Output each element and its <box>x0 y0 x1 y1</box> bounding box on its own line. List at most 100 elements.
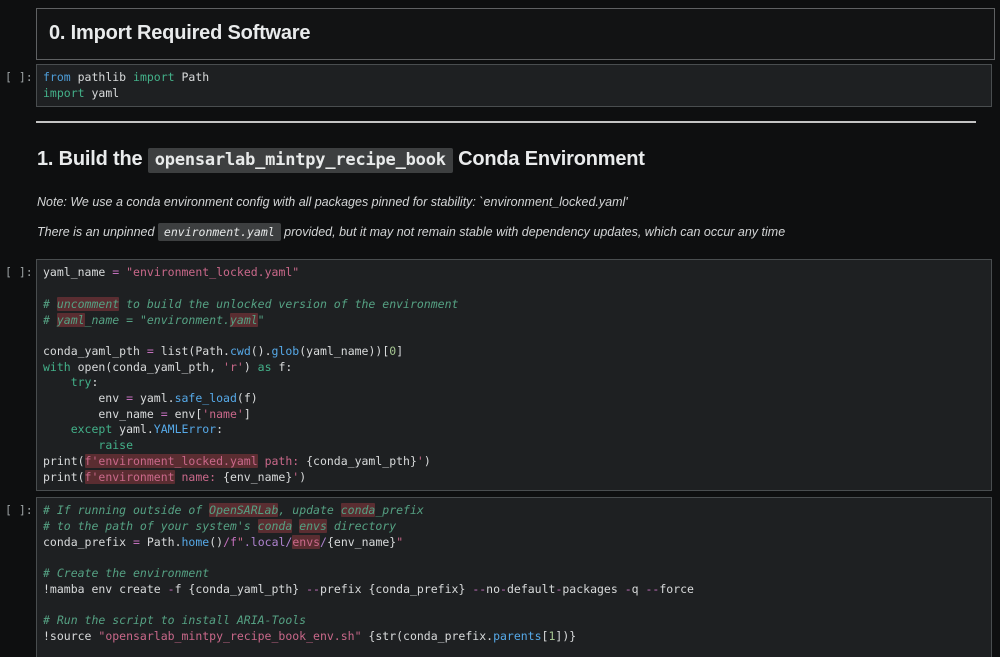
code-token: - <box>168 582 175 596</box>
code-token: / <box>223 535 230 549</box>
code-token: yaml. <box>133 391 175 405</box>
code-token: packages <box>562 582 624 596</box>
code-token: / <box>320 535 327 549</box>
code-line: conda_prefix = Path.home()/f".local/envs… <box>43 535 983 551</box>
code-token: open(conda_yaml_pth, <box>71 360 223 374</box>
code-token: force <box>659 582 694 596</box>
code-line: env_name = env['name'] <box>43 407 983 423</box>
spellcheck-highlight: f'environment_locked.yaml <box>85 454 258 468</box>
code-line <box>43 597 983 613</box>
note-pinned-stability: Note: We use a conda environment config … <box>37 194 990 210</box>
code-token: # Create the environment <box>43 566 209 580</box>
code-token: prefix {conda_prefix} <box>320 582 472 596</box>
note-unpinned-yaml: There is an unpinned environment.yaml pr… <box>37 224 990 240</box>
code-line: !mamba env create -f {conda_yaml_pth} --… <box>43 582 983 598</box>
cell-prompt: [ ]: <box>0 259 36 491</box>
markdown-cell-import-software[interactable]: 0. Import Required Software <box>36 8 995 60</box>
code-token <box>43 422 71 436</box>
code-token: from <box>43 70 71 84</box>
spellcheck-highlight: envs <box>299 519 327 533</box>
text-run: 1. Build the <box>37 148 148 170</box>
code-token: ' <box>417 454 424 468</box>
code-token: Path <box>175 70 210 84</box>
code-token: parents <box>493 629 541 643</box>
code-token: !mamba env create <box>43 582 168 596</box>
code-token: # to the path of your system's <box>43 519 258 533</box>
code-token: , update <box>278 503 340 517</box>
code-token: ) <box>424 454 431 468</box>
code-line: # Run the script to install ARIA-Tools <box>43 613 983 629</box>
code-line: print(f'environment name: {env_name}') <box>43 470 983 486</box>
code-editor-create-env[interactable]: # If running outside of OpenSARLab, upda… <box>36 497 992 657</box>
code-token: 'r' <box>223 360 244 374</box>
code-line: # uncomment to build the unlocked versio… <box>43 297 983 313</box>
spellcheck-highlight: yaml <box>57 313 85 327</box>
code-line: with open(conda_yaml_pth, 'r') as f: <box>43 360 983 376</box>
jupyter-notebook: 0. Import Required Software [ ]: from pa… <box>0 8 1000 657</box>
code-token: list(Path. <box>154 344 230 358</box>
code-token: : <box>216 422 223 436</box>
code-token: q <box>632 582 646 596</box>
text-run: provided, but it may not remain stable w… <box>281 225 785 239</box>
code-token: ) <box>244 360 258 374</box>
code-token: "opensarlab_mintpy_recipe_book_env.sh" <box>98 629 361 643</box>
code-token: f <box>230 535 237 549</box>
code-token: = <box>161 407 168 421</box>
code-token: () <box>209 535 223 549</box>
code-token: env <box>43 391 126 405</box>
code-line: !source "opensarlab_mintpy_recipe_book_e… <box>43 629 983 645</box>
spellcheck-highlight: yaml <box>230 313 258 327</box>
code-token: ] <box>396 344 403 358</box>
text-run: There is an unpinned <box>37 225 158 239</box>
code-line: import yaml <box>43 86 983 102</box>
code-token: " <box>396 535 403 549</box>
code-token: YAMLError <box>154 422 216 436</box>
code-token: {env_name} <box>223 470 292 484</box>
code-token: # <box>43 313 57 327</box>
spellcheck-highlight: conda <box>341 503 376 517</box>
code-editor-yaml-config[interactable]: yaml_name = "environment_locked.yaml" # … <box>36 259 992 491</box>
spellcheck-highlight: OpenSARLab <box>209 503 278 517</box>
code-token: import <box>43 86 85 100</box>
code-token: (f) <box>237 391 258 405</box>
code-token: yaml <box>85 86 120 100</box>
code-token: yaml. <box>112 422 154 436</box>
markdown-cell-build-env[interactable]: 1. Build the opensarlab_mintpy_recipe_bo… <box>37 147 990 240</box>
code-token: " <box>237 535 244 549</box>
code-token: to build the unlocked version of the env… <box>119 297 458 311</box>
text-run: Conda Environment <box>453 148 645 170</box>
code-token: env_name <box>43 407 161 421</box>
code-token: conda_prefix <box>43 535 133 549</box>
code-token: as <box>258 360 272 374</box>
code-token: no <box>486 582 500 596</box>
code-token: f: <box>272 360 293 374</box>
code-token: ])} <box>555 629 576 643</box>
code-token: f {conda_yaml_pth} <box>175 582 307 596</box>
code-token: = <box>147 344 154 358</box>
code-editor-imports[interactable]: from pathlib import Pathimport yaml <box>36 64 992 107</box>
code-token: conda_yaml_pth <box>43 344 147 358</box>
code-line: from pathlib import Path <box>43 70 983 86</box>
inline-code: opensarlab_mintpy_recipe_book <box>148 148 453 173</box>
code-token: print( <box>43 470 85 484</box>
code-token: except <box>71 422 113 436</box>
code-token: env[ <box>168 407 203 421</box>
code-token: _prefix <box>375 503 423 517</box>
code-token: path: <box>258 454 306 468</box>
code-token <box>43 375 71 389</box>
code-token: - <box>500 582 507 596</box>
code-token: cwd <box>230 344 251 358</box>
code-token: with <box>43 360 71 374</box>
cell-prompt: [ ]: <box>0 64 36 107</box>
code-line: # to the path of your system's conda env… <box>43 519 983 535</box>
code-token: : <box>91 375 98 389</box>
code-line <box>43 550 983 566</box>
code-token: = <box>133 535 140 549</box>
code-token: home <box>182 535 210 549</box>
cell-prompt: [ ]: <box>0 497 36 657</box>
code-token: safe_load <box>175 391 237 405</box>
code-line: # Create the environment <box>43 566 983 582</box>
code-line: conda_yaml_pth = list(Path.cwd().glob(ya… <box>43 344 983 360</box>
code-token: print( <box>43 454 85 468</box>
code-token: raise <box>98 438 133 452</box>
